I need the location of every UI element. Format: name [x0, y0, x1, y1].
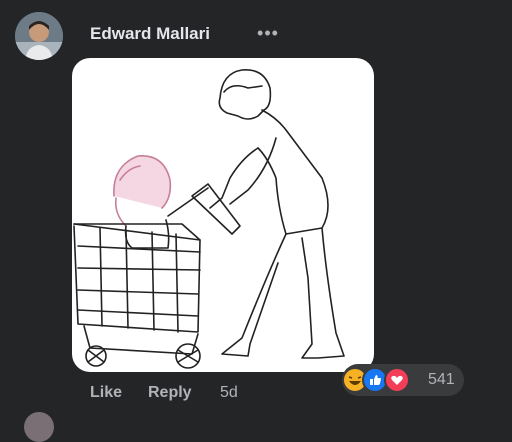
comment-author-name[interactable]: Edward Mallari [90, 24, 210, 44]
thumbs-up [370, 375, 382, 385]
reply-button[interactable]: Reply [148, 384, 192, 402]
next-comment-avatar[interactable] [24, 412, 54, 442]
reaction-count: 541 [428, 371, 455, 388]
more-options-button[interactable]: ••• [254, 22, 282, 44]
comment-timestamp[interactable]: 5d [220, 384, 238, 402]
reactions-summary[interactable]: 541 [342, 364, 464, 396]
heart [391, 375, 403, 385]
love-icon [384, 367, 410, 393]
sketch-drawing [73, 69, 345, 369]
comment-image-attachment[interactable] [72, 58, 374, 372]
avatar-photo [15, 12, 63, 60]
comment-avatar[interactable] [15, 12, 63, 60]
like-button[interactable]: Like [90, 384, 122, 402]
